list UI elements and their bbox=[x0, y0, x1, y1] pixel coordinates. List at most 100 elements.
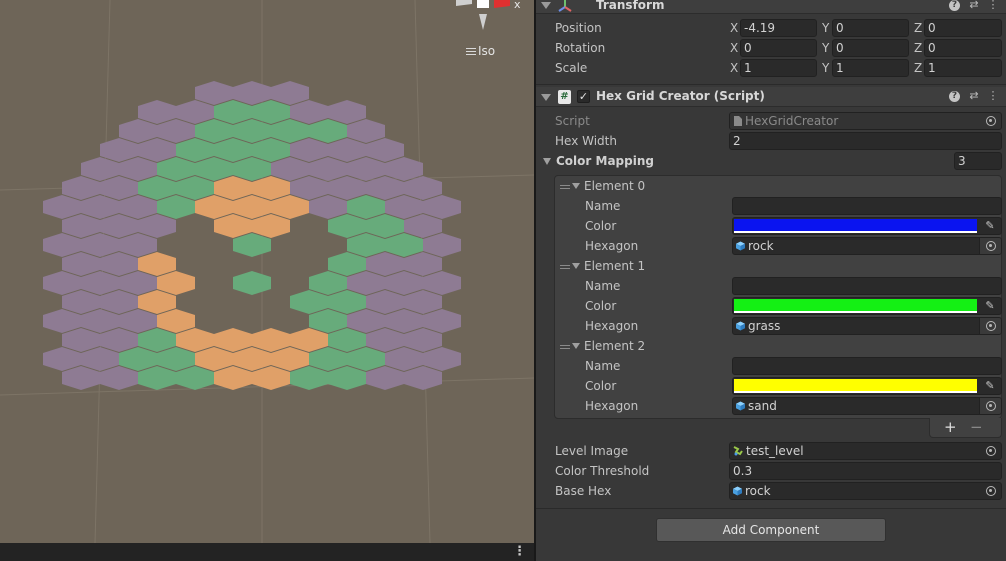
scene-orientation-gizmo[interactable]: x bbox=[452, 0, 532, 30]
component-menu-icon[interactable]: ⋮ bbox=[986, 0, 1000, 12]
element-0-hexagon-value: rock bbox=[748, 239, 774, 253]
add-component-button[interactable]: Add Component bbox=[656, 518, 886, 542]
element-0-color-field[interactable]: ✎ bbox=[732, 217, 1002, 235]
hex-tile bbox=[347, 233, 385, 257]
hex-tile bbox=[233, 195, 271, 219]
element-2-color-field[interactable]: ✎ bbox=[732, 377, 1002, 395]
scene-more-icon[interactable]: ⋮ bbox=[513, 544, 526, 559]
drag-handle-icon[interactable] bbox=[560, 183, 570, 191]
eyedropper-icon[interactable]: ✎ bbox=[979, 378, 1001, 394]
element-0-name-field[interactable] bbox=[732, 197, 1002, 215]
rotation-y-field[interactable]: 0 bbox=[832, 39, 909, 57]
object-picker-icon bbox=[986, 401, 996, 411]
hex-tile bbox=[252, 328, 290, 352]
object-picker-icon[interactable] bbox=[986, 486, 996, 496]
fold-arrow-icon[interactable] bbox=[572, 343, 580, 349]
object-picker-button[interactable] bbox=[979, 238, 1001, 254]
alpha-bar bbox=[734, 311, 977, 313]
presets-icon[interactable]: ⇄ bbox=[967, 0, 981, 12]
hex-tile bbox=[385, 271, 423, 295]
hex-tile bbox=[138, 100, 176, 124]
hex-tile bbox=[233, 119, 271, 143]
hex-tile bbox=[423, 233, 461, 257]
scale-y-field[interactable]: 1 bbox=[832, 59, 909, 77]
element-2-hexagon-field[interactable]: sand bbox=[732, 397, 1002, 415]
hex-tile bbox=[309, 157, 347, 181]
hex-tile bbox=[62, 366, 100, 390]
hex-tile bbox=[119, 157, 157, 181]
element-2-name-label: Name bbox=[585, 359, 621, 373]
prefab-cube-icon bbox=[736, 241, 745, 251]
object-picker-button[interactable] bbox=[979, 398, 1001, 414]
hex-tile bbox=[43, 309, 81, 333]
element-0-name-label: Name bbox=[585, 199, 621, 213]
remove-element-button[interactable]: − bbox=[970, 418, 983, 436]
base-hex-field[interactable]: rock bbox=[729, 482, 1002, 500]
scene-view[interactable]: x Iso bbox=[0, 0, 534, 543]
hex-tile bbox=[100, 290, 138, 314]
element-1-color-field[interactable]: ✎ bbox=[732, 297, 1002, 315]
help-icon[interactable]: ? bbox=[949, 0, 960, 11]
hex-tile bbox=[138, 328, 176, 352]
component-menu-icon[interactable]: ⋮ bbox=[986, 89, 1000, 103]
element-2-name-field[interactable] bbox=[732, 357, 1002, 375]
hex-width-field[interactable]: 2 bbox=[729, 132, 1002, 150]
hex-tile bbox=[157, 347, 195, 371]
element-1-hexagon-field[interactable]: grass bbox=[732, 317, 1002, 335]
color-swatch[interactable] bbox=[734, 299, 977, 311]
hex-tile bbox=[100, 214, 138, 238]
element-1-name-field[interactable] bbox=[732, 277, 1002, 295]
hex-tile bbox=[290, 138, 328, 162]
fold-arrow-icon[interactable] bbox=[572, 183, 580, 189]
rotation-z-field[interactable]: 0 bbox=[924, 39, 1002, 57]
component-enabled-checkbox[interactable]: ✓ bbox=[577, 90, 590, 103]
help-icon[interactable]: ? bbox=[949, 91, 960, 102]
element-2-header[interactable]: Element 2 bbox=[560, 339, 645, 353]
color-mapping-size-field[interactable]: 3 bbox=[954, 152, 1002, 170]
drag-handle-icon[interactable] bbox=[560, 343, 570, 351]
hex-tile bbox=[233, 233, 271, 257]
hex-tile bbox=[347, 157, 385, 181]
object-picker-icon[interactable] bbox=[986, 446, 996, 456]
scale-x-field[interactable]: 1 bbox=[740, 59, 817, 77]
scale-z-field[interactable]: 1 bbox=[924, 59, 1002, 77]
color-swatch[interactable] bbox=[734, 379, 977, 391]
element-0-hexagon-field[interactable]: rock bbox=[732, 237, 1002, 255]
texture-icon bbox=[733, 446, 743, 456]
fold-arrow-icon[interactable] bbox=[541, 2, 551, 9]
rotation-x-field[interactable]: 0 bbox=[740, 39, 817, 57]
color-mapping-label[interactable]: Color Mapping bbox=[556, 154, 654, 168]
level-image-field[interactable]: test_level bbox=[729, 442, 1002, 460]
object-picker-button[interactable] bbox=[979, 318, 1001, 334]
element-1-hexagon-value: grass bbox=[748, 319, 781, 333]
projection-toggle[interactable]: Iso bbox=[466, 44, 495, 58]
element-1-header[interactable]: Element 1 bbox=[560, 259, 645, 273]
rotation-label: Rotation bbox=[555, 41, 606, 55]
element-1-title: Element 1 bbox=[584, 259, 646, 273]
color-threshold-field[interactable]: 0.3 bbox=[729, 462, 1002, 480]
fold-arrow-icon[interactable] bbox=[572, 263, 580, 269]
hex-tile bbox=[138, 290, 176, 314]
drag-handle-icon[interactable] bbox=[560, 263, 570, 271]
color-mapping-fold-icon[interactable] bbox=[543, 158, 551, 165]
color-swatch[interactable] bbox=[734, 219, 977, 231]
transform-header[interactable]: Transform ? ⇄ ⋮ bbox=[536, 0, 1006, 14]
position-x-field[interactable]: -4.19 bbox=[740, 19, 817, 37]
hex-grid-creator-header[interactable]: # ✓ Hex Grid Creator (Script) ? ⇄ ⋮ bbox=[536, 87, 1006, 107]
eyedropper-icon[interactable]: ✎ bbox=[979, 218, 1001, 234]
gizmo-down-arm-icon bbox=[479, 14, 487, 30]
hex-tile bbox=[176, 176, 214, 200]
hex-tile bbox=[138, 138, 176, 162]
element-0-header[interactable]: Element 0 bbox=[560, 179, 645, 193]
position-y-field[interactable]: 0 bbox=[832, 19, 909, 37]
alpha-bar bbox=[734, 391, 977, 393]
hex-tile bbox=[233, 81, 271, 105]
hex-tile bbox=[385, 195, 423, 219]
presets-icon[interactable]: ⇄ bbox=[967, 89, 981, 103]
fold-arrow-icon[interactable] bbox=[541, 94, 551, 101]
object-picker-icon bbox=[986, 321, 996, 331]
position-z-field[interactable]: 0 bbox=[924, 19, 1002, 37]
level-image-value: test_level bbox=[746, 444, 804, 458]
add-element-button[interactable]: + bbox=[944, 418, 957, 436]
eyedropper-icon[interactable]: ✎ bbox=[979, 298, 1001, 314]
